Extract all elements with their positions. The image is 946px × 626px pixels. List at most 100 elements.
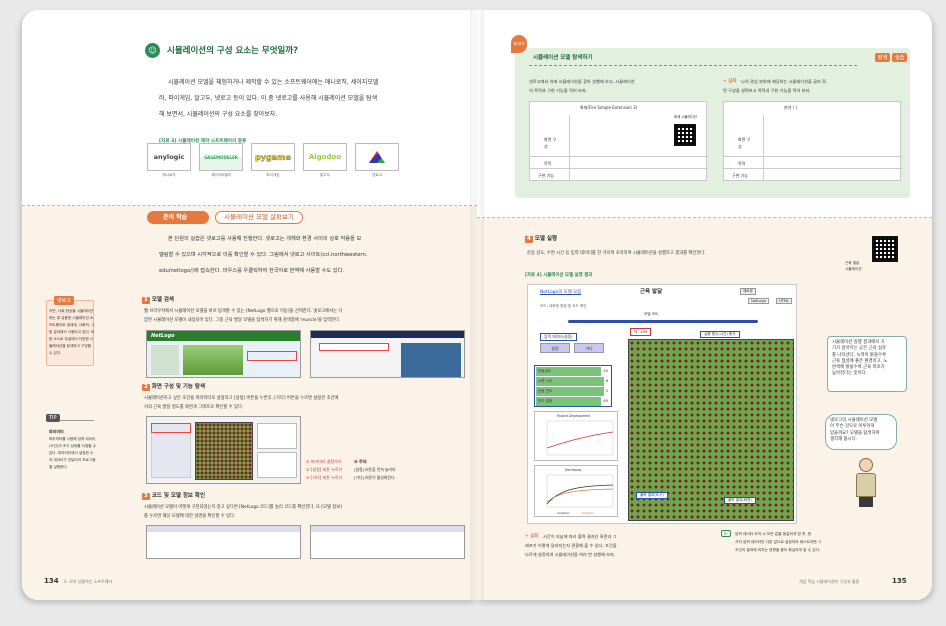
setup-button[interactable]: 설정	[540, 343, 570, 353]
table-title: 화재(Fire Simple Extension 3)	[580, 105, 638, 110]
info-screenshot	[310, 525, 465, 559]
interface-plot	[257, 423, 297, 449]
top-left-text-2: 의 목적과 구현 기능을 적어 보자.	[529, 88, 588, 93]
section-title: 시뮬레이션의 구성 요소는 무엇일까?	[167, 46, 299, 56]
callout-question: 넷로고의 시뮬레이션 모델 이 무슨 것으로 이루어져 있을까요? 모델을 탐색하며…	[825, 414, 897, 450]
anylogic-logo: anylogic	[147, 143, 191, 171]
activity-badge: 해 보기	[511, 35, 527, 53]
footer-left: 4. 모의 상황하는 소프트웨어	[64, 579, 113, 584]
sagemodeler-logo: SAGEMODELER	[199, 143, 243, 171]
run-label: 실행 횟수(시간) 증가	[700, 331, 740, 338]
prep-title: 시뮬레이션 모델 살펴보기	[215, 211, 303, 224]
speed-slider[interactable]	[568, 320, 758, 323]
pygame-logo: pygame	[251, 143, 295, 171]
top-right-prefix: + 심화	[723, 79, 737, 84]
parameter-sliders: 운동강도 50 수면 시간 8 운동 빈도 5 빈도 설정 60	[534, 365, 612, 407]
netlogo-site-screenshot: NetLogo	[146, 330, 301, 378]
step3-text-2: 를 누르면 해당 모델에 대한 설명을 확인할 수 있다.	[144, 514, 236, 519]
page-number-left: 134	[44, 577, 59, 585]
fire-qr-code	[674, 124, 696, 146]
model-interface-screenshot	[146, 416, 301, 484]
step3-title: 3 코드 및 모델 정보 확인	[142, 493, 206, 501]
section-icon: ☺	[145, 43, 160, 58]
output-label: 출력 결과(도구)	[636, 492, 668, 499]
callout-explanation: 시뮬레이션 실행 결과에서 가 기가 길어지는 곳은 근육 섬유 를 나타낸다. 녹…	[827, 336, 907, 392]
netlogo-site-image	[183, 345, 243, 375]
step1-text-1: 웹 브라우저에서 시뮬레이션 모델을 바로 탐색할 수 있는 [NetLogo …	[144, 309, 343, 314]
param-label: 입력 데이터(설정)	[540, 333, 577, 341]
step2-text-1: 시뮬레이션하고 싶은 조건을 파라미터로 설정하고 [설정] 버튼을 누른후, …	[144, 396, 339, 401]
interface-plot	[257, 452, 297, 478]
go-button[interactable]: 가다	[574, 343, 604, 353]
bottom-right-text-2: 가지 입력 데이터만 다른 값으로 설정하여 테스트하면 그	[735, 540, 822, 544]
speed-label: 모델 속도	[644, 312, 659, 316]
toolbar-button[interactable]: NetLogo	[748, 298, 769, 304]
toolbar-button[interactable]: HTML	[776, 298, 793, 304]
algodoo-logo: Algodoo	[303, 143, 347, 171]
top-left-text-1: 넷로고에서 아래 시뮬레이션을 찾아 실행해 보고, 시뮬레이션	[529, 79, 635, 84]
sidebar-netlogo-tag: 넷로고	[54, 296, 74, 305]
figure4-caption: [자료 4] 시뮬레이션 모델 실행 결과	[525, 273, 593, 278]
table-row-line	[530, 168, 708, 169]
top-left-table: 화재(Fire Simple Extension 3) 화재 시뮬레이션 화면 …	[529, 101, 708, 181]
caution-text-1: [설정] 버튼을 먼저 눌러야	[354, 467, 396, 472]
netlogo-web-bar	[311, 331, 464, 338]
hormone-chart: Hormones anabolic catabolic	[534, 465, 618, 517]
table-row-line	[530, 156, 708, 157]
bottom-text-2: 래프가 어떻게 달라지는지 관찰해 볼 수 있다. 조건을	[525, 543, 617, 548]
netlogo-logo	[355, 143, 399, 171]
netlogo-site-nav	[151, 345, 179, 375]
tip-heading: 파라미터	[49, 429, 64, 434]
software-caption: 파이게임	[266, 173, 280, 177]
bottom-right-text-1: 입력 데이터 조작 시 모든 값을 동일하게 한 후, 한	[735, 532, 812, 536]
top-right-table: 분야 ( ) 화면 구성 목적 구현 기능	[723, 101, 902, 181]
result-label: 출력 결과(화면)	[724, 497, 756, 504]
info-tab-bar	[311, 526, 464, 532]
toolbar-button[interactable]: 재로운	[740, 288, 756, 295]
step4-text: 운동 강도, 수면 시간 등 입력 데이터를 한 가지씩 조작하여 시뮬레이션을…	[527, 251, 706, 256]
software-caption: 알고두	[320, 173, 330, 177]
top-title: 시뮬레이션 모델 탐색하기	[533, 55, 593, 61]
netlogo-web-screenshot	[310, 330, 465, 378]
qr-label-2: 시뮬레이션	[845, 267, 862, 271]
slider[interactable]: 빈도 설정 60	[536, 397, 610, 406]
netlogo-site-link[interactable]	[247, 351, 297, 361]
models-library-link[interactable]: NetLogo의 모델 모음	[540, 289, 581, 296]
table-row-label: 화면 구성	[544, 137, 557, 150]
top-right-text-1: 나의 관심 분야에 해당하는 시뮬레이션을 골라 화	[741, 79, 827, 84]
step1-text-2: 양한 시뮬레이션 모델이 내장되어 있다. 그중 근육 발달 모델을 탐색하기 …	[144, 318, 341, 323]
table-row-label: 목적	[544, 161, 552, 166]
model-title: 근육 발달	[640, 289, 663, 295]
table-row-label: 구현 기능	[732, 173, 748, 178]
bottom-right-text-3: 조건이 결과에 미치는 영향을 좀더 확실하게 알 수 있다.	[735, 548, 821, 552]
right-page: 해 보기 시뮬레이션 모델 탐색하기 탐색 실습 넷로고에서 아래 시뮬레이션을…	[477, 10, 932, 600]
top-tag: 탐색	[875, 53, 891, 62]
footer-right: 개념 학습 시뮬레이션의 구성과 활용	[799, 579, 860, 584]
top-right-text-2: 면 구성을 살펴보고 목적과 구현 기능을 적어 보자.	[723, 88, 811, 93]
prep-badge: 준비 학습	[147, 211, 209, 224]
table-row-label: 목적	[738, 161, 746, 166]
tip-tag: TIP	[46, 414, 60, 422]
slider[interactable]: 운동 빈도 5	[536, 387, 610, 396]
muscle-plot	[546, 420, 614, 456]
simulation-window: NetLogo의 모델 모음 근육 발달 재로운 NetLogo HTML 보드…	[527, 284, 797, 524]
bottom-text-3: 다르게 설정하여 시뮬레이션을 여러 번 실행해 보자.	[525, 552, 616, 557]
table-qr-label: 화재 시뮬레이션	[674, 115, 697, 119]
caution-title: ❶ 주의	[354, 459, 367, 464]
software-caption: 애니로직	[162, 173, 176, 177]
netlogo-icon	[369, 151, 385, 163]
character-body	[856, 473, 876, 497]
model-search-box[interactable]	[319, 343, 389, 351]
caution-icon: ❶	[354, 459, 358, 464]
table-row-line	[724, 156, 902, 157]
code-tab-bar	[147, 526, 300, 532]
interface-setup-highlight[interactable]	[151, 423, 191, 433]
slider[interactable]: 수면 시간 8	[536, 377, 610, 386]
bottom-prefix: + 심화	[525, 534, 539, 539]
character-legs	[859, 497, 873, 507]
key-icon: o-	[721, 530, 731, 537]
tick-counter: 틱: 149	[630, 328, 652, 336]
slider[interactable]: 운동강도 50	[536, 367, 610, 376]
field-label: 분야 ( )	[784, 105, 798, 110]
page-number-right: 135	[892, 577, 907, 585]
